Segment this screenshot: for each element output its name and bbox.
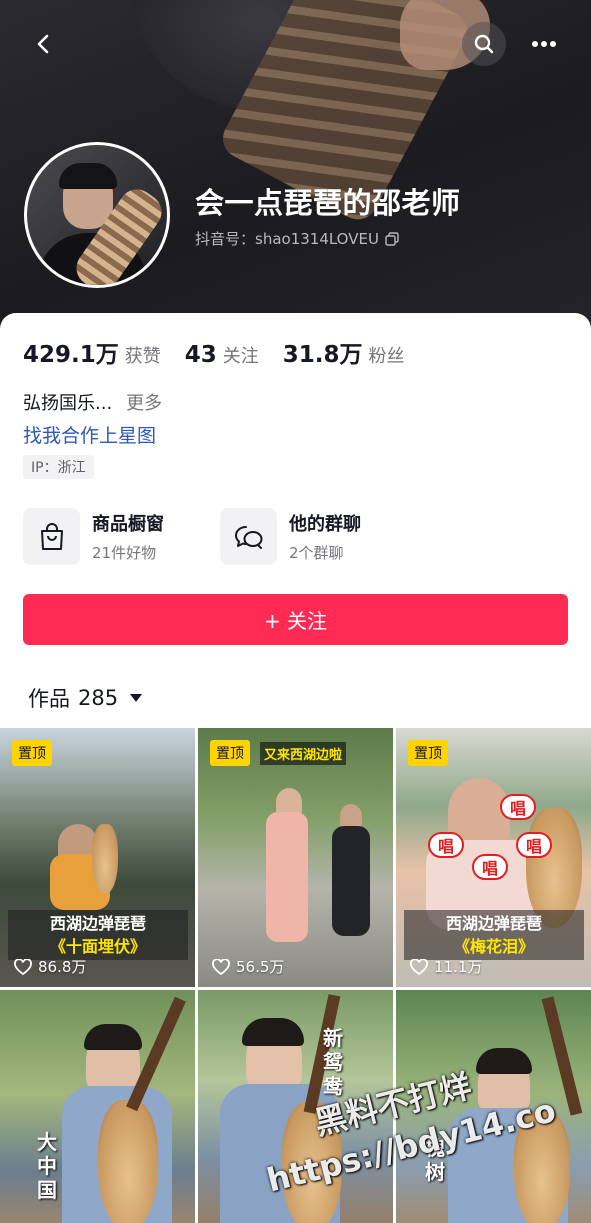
video-overlay-title-line: 西湖边弹琵琶 bbox=[49, 914, 146, 933]
video-overlay-subtitle: 《梅花泪》 bbox=[453, 937, 534, 956]
more-button[interactable] bbox=[522, 22, 566, 66]
caret-down-icon bbox=[130, 694, 143, 702]
thumb-pipa bbox=[282, 1102, 342, 1223]
more-icon bbox=[532, 41, 556, 47]
shopping-bag-icon bbox=[23, 508, 80, 565]
follow-button[interactable]: + 关注 bbox=[23, 594, 568, 645]
bio: 弘扬国乐... 更多 bbox=[23, 389, 162, 415]
video-overlay-title-line: 西湖边弹琵琶 bbox=[445, 914, 542, 933]
thumb-pipa-neck bbox=[541, 996, 583, 1116]
works-tab[interactable]: 作品 285 bbox=[28, 683, 143, 713]
video-overlay-subtitle: 《十面埋伏》 bbox=[49, 937, 146, 956]
profile-cover: 会一点琵琶的邵老师 抖音号：shao1314LOVEU bbox=[0, 0, 591, 340]
video-vertical-caption: 大中国 bbox=[37, 1130, 57, 1202]
douyin-id[interactable]: 抖音号：shao1314LOVEU bbox=[195, 228, 399, 249]
video-likes: 11.1万 bbox=[410, 956, 482, 977]
group-chat-sub: 2个群聊 bbox=[289, 544, 344, 562]
stats-row: 429.1万 获赞 43 关注 31.8万 粉丝 bbox=[23, 335, 429, 369]
douyin-id-text: 抖音号：shao1314LOVEU bbox=[195, 230, 379, 248]
video-top-caption: 又来西湖边啦 bbox=[260, 742, 347, 765]
shop-window-sub: 21件好物 bbox=[92, 544, 157, 562]
video-likes-count: 86.8万 bbox=[38, 958, 87, 976]
bio-more-link[interactable]: 更多 bbox=[126, 389, 162, 415]
sing-bubble: 唱 bbox=[500, 794, 536, 820]
works-tab-count: 285 bbox=[78, 686, 119, 710]
video-likes-count: 56.5万 bbox=[236, 958, 285, 976]
ip-location-tag: IP：浙江 bbox=[23, 455, 94, 479]
pinned-badge: 置顶 bbox=[210, 740, 250, 766]
heart-icon bbox=[212, 958, 230, 975]
thumb-performer-hair bbox=[476, 1048, 532, 1074]
pinned-badge: 置顶 bbox=[408, 740, 448, 766]
stat-following-label: 关注 bbox=[222, 346, 259, 367]
group-chat-entry[interactable]: 他的群聊 2个群聊 bbox=[220, 508, 361, 565]
back-icon bbox=[37, 34, 49, 54]
avatar[interactable] bbox=[24, 142, 170, 288]
heart-icon bbox=[14, 958, 32, 975]
video-grid: 置顶 西湖边弹琵琶 《十面埋伏》 86.8万 置顶 又来西湖边啦 56.5万 唱… bbox=[0, 728, 591, 1223]
thumb-person-b bbox=[340, 804, 362, 828]
thumb-person-b-body bbox=[332, 826, 370, 936]
video-thumbnail-3[interactable]: 唱 唱 唱 唱 置顶 西湖边弹琵琶 《梅花泪》 11.1万 bbox=[396, 728, 591, 987]
video-thumbnail-1[interactable]: 置顶 西湖边弹琵琶 《十面埋伏》 86.8万 bbox=[0, 728, 195, 987]
group-chat-title: 他的群聊 bbox=[289, 514, 361, 535]
video-thumbnail-5[interactable]: 新鸳鸯 bbox=[198, 990, 393, 1223]
video-likes: 56.5万 bbox=[212, 956, 284, 977]
stat-likes[interactable]: 429.1万 获赞 bbox=[23, 335, 161, 369]
works-tab-label: 作品 bbox=[28, 687, 70, 711]
search-icon bbox=[474, 34, 494, 54]
stat-following[interactable]: 43 关注 bbox=[185, 342, 259, 368]
copy-icon[interactable] bbox=[385, 231, 399, 246]
sing-bubble: 唱 bbox=[472, 854, 508, 880]
video-likes-count: 11.1万 bbox=[434, 958, 483, 976]
profile-card: 429.1万 获赞 43 关注 31.8万 粉丝 弘扬国乐... 更多 找我合作… bbox=[0, 313, 591, 1223]
bio-text: 弘扬国乐... bbox=[23, 393, 113, 414]
username: 会一点琵琶的邵老师 bbox=[195, 186, 461, 220]
video-thumbnail-4[interactable]: 大中国 bbox=[0, 990, 195, 1223]
avatar-hair bbox=[59, 163, 117, 189]
star-map-link[interactable]: 找我合作上星图 bbox=[23, 421, 156, 448]
video-overlay-title: 西湖边弹琵琶 《十面埋伏》 bbox=[8, 910, 188, 960]
pinned-badge: 置顶 bbox=[12, 740, 52, 766]
video-vertical-caption: 新鸳鸯 bbox=[323, 1026, 343, 1098]
video-thumbnail-2[interactable]: 置顶 又来西湖边啦 56.5万 bbox=[198, 728, 393, 987]
stat-likes-num: 429.1万 bbox=[23, 342, 119, 368]
video-vertical-caption: 槐树 bbox=[425, 1136, 445, 1184]
video-likes: 86.8万 bbox=[14, 956, 86, 977]
video-overlay-title: 西湖边弹琵琶 《梅花泪》 bbox=[404, 910, 584, 960]
shop-window-title: 商品橱窗 bbox=[92, 514, 164, 535]
thumb-pipa bbox=[92, 824, 118, 894]
sing-bubble: 唱 bbox=[428, 832, 464, 858]
stat-followers[interactable]: 31.8万 粉丝 bbox=[283, 335, 405, 369]
shop-window-entry[interactable]: 商品橱窗 21件好物 bbox=[23, 508, 164, 565]
stat-followers-label: 粉丝 bbox=[368, 346, 405, 367]
thumb-performer-hair bbox=[242, 1018, 304, 1046]
search-button[interactable] bbox=[462, 22, 506, 66]
chat-bubbles-icon bbox=[220, 508, 277, 565]
sing-bubble: 唱 bbox=[516, 832, 552, 858]
heart-icon bbox=[410, 958, 428, 975]
thumb-pipa bbox=[514, 1110, 570, 1223]
stat-likes-label: 获赞 bbox=[124, 346, 161, 367]
stat-following-num: 43 bbox=[184, 342, 217, 368]
back-button[interactable] bbox=[22, 22, 66, 66]
thumb-person-a-body bbox=[266, 812, 308, 942]
video-thumbnail-6[interactable]: 槐树 bbox=[396, 990, 591, 1223]
thumb-performer-hair bbox=[84, 1024, 142, 1050]
thumb-pipa bbox=[98, 1100, 158, 1223]
stat-followers-num: 31.8万 bbox=[282, 342, 363, 368]
